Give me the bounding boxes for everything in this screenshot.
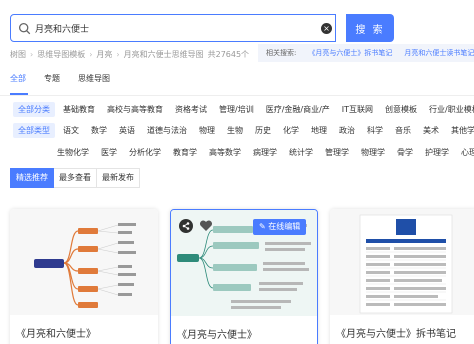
breadcrumb-item-templates[interactable]: 思维导图模板 bbox=[37, 49, 85, 60]
clear-icon[interactable]: × bbox=[321, 23, 332, 34]
filter-category[interactable]: 医疗/金融/商业/产 bbox=[266, 104, 330, 115]
filter-type[interactable]: 地理 bbox=[311, 125, 327, 136]
result-count: 共27645个 bbox=[207, 49, 250, 59]
filter-type[interactable]: 历史 bbox=[255, 125, 271, 136]
card-title[interactable]: 《月亮与六便士》拆书笔记 bbox=[336, 325, 456, 340]
filter-type[interactable]: 数学 bbox=[91, 125, 107, 136]
related-link[interactable]: 《月亮与六便士》拆书笔记 bbox=[308, 48, 392, 58]
filter-type[interactable]: 其他学 bbox=[451, 125, 474, 136]
filter-type[interactable]: 心理学 bbox=[461, 147, 474, 158]
filter-type[interactable]: 物理学 bbox=[361, 147, 385, 158]
search-icon bbox=[18, 22, 31, 35]
tab-bar: 全部 专题 思维导图 bbox=[10, 73, 128, 89]
filter-category[interactable]: IT互联网 bbox=[342, 104, 373, 115]
book-notes-preview-icon bbox=[359, 214, 453, 314]
divider bbox=[0, 95, 474, 96]
tab-topics[interactable]: 专题 bbox=[44, 73, 60, 89]
filter-type[interactable]: 病理学 bbox=[253, 147, 277, 158]
search-button[interactable]: 搜 索 bbox=[346, 14, 394, 42]
type-filter-row-2: 生物化学 医学 分析化学 教育学 高等数学 病理学 统计学 管理学 物理学 骨学… bbox=[57, 144, 474, 160]
template-card[interactable]: 《月亮和六便士》 bbox=[10, 209, 158, 344]
filter-type[interactable]: 护理学 bbox=[425, 147, 449, 158]
filter-all-types[interactable]: 全部类型 bbox=[13, 122, 55, 138]
filter-type[interactable]: 美术 bbox=[423, 125, 439, 136]
sort-options: 精选推荐 最多查看 最新发布 bbox=[10, 168, 140, 188]
template-card[interactable]: ✎ 在线编辑 《月亮与六便士》 bbox=[170, 209, 318, 344]
related-searches: 相关搜索: 《月亮与六便士》拆书笔记 月亮和六便士读书笔记 bbox=[258, 44, 474, 62]
filter-type[interactable]: 科学 bbox=[367, 125, 383, 136]
breadcrumb-separator: › bbox=[89, 49, 93, 59]
category-filter-row: 全部分类 基础教育 高校与高等教育 资格考试 管理/培训 医疗/金融/商业/产 … bbox=[10, 101, 474, 117]
breadcrumb: 树图 › 思维导图模板 › 月亮 › 月亮和六便士思维导图 共27645个 bbox=[10, 47, 249, 61]
search-box[interactable]: × bbox=[10, 14, 336, 42]
breadcrumb-item-current: 月亮和六便士思维导图 bbox=[123, 49, 204, 59]
filter-type[interactable]: 高等数学 bbox=[209, 147, 241, 158]
breadcrumb-separator: › bbox=[116, 49, 120, 59]
breadcrumb-item-home[interactable]: 树图 bbox=[10, 49, 26, 60]
search-results-page: × 搜 索 树图 › 思维导图模板 › 月亮 › 月亮和六便士思维导图 共276… bbox=[0, 0, 474, 344]
search-bar: × 搜 索 bbox=[10, 14, 394, 42]
breadcrumb-separator: › bbox=[30, 49, 34, 59]
tab-mindmap[interactable]: 思维导图 bbox=[78, 73, 110, 89]
sort-most-viewed-button[interactable]: 最多查看 bbox=[54, 168, 97, 188]
filter-type[interactable]: 管理学 bbox=[325, 147, 349, 158]
filter-all-categories[interactable]: 全部分类 bbox=[13, 101, 55, 117]
card-thumbnail: ✎ 在线编辑 bbox=[171, 210, 317, 316]
type-filter-row: 全部类型 语文 数学 英语 道德与法治 物理 生物 历史 化学 地理 政治 科学… bbox=[10, 122, 474, 138]
filter-category[interactable]: 管理/培训 bbox=[219, 104, 254, 115]
online-edit-button[interactable]: ✎ 在线编辑 bbox=[253, 219, 307, 235]
filter-type[interactable]: 生物化学 bbox=[57, 147, 89, 158]
filter-type[interactable]: 化学 bbox=[283, 125, 299, 136]
filter-type[interactable]: 医学 bbox=[101, 147, 117, 158]
sort-recommended-button[interactable]: 精选推荐 bbox=[10, 168, 54, 188]
mindmap-preview-icon bbox=[34, 223, 136, 308]
filter-type[interactable]: 统计学 bbox=[289, 147, 313, 158]
filter-type[interactable]: 音乐 bbox=[395, 125, 411, 136]
filter-type[interactable]: 教育学 bbox=[173, 147, 197, 158]
filter-type[interactable]: 骨学 bbox=[397, 147, 413, 158]
filter-type[interactable]: 语文 bbox=[63, 125, 79, 136]
filter-type[interactable]: 道德与法治 bbox=[147, 125, 187, 136]
share-icon[interactable] bbox=[179, 219, 193, 233]
filter-type[interactable]: 物理 bbox=[199, 125, 215, 136]
filter-category[interactable]: 行业/职业模板 bbox=[429, 104, 474, 115]
related-link[interactable]: 月亮和六便士读书笔记 bbox=[404, 48, 474, 58]
filter-type[interactable]: 英语 bbox=[119, 125, 135, 136]
filter-type[interactable]: 分析化学 bbox=[129, 147, 161, 158]
tab-all[interactable]: 全部 bbox=[10, 73, 26, 89]
related-searches-label: 相关搜索: bbox=[266, 49, 297, 57]
filter-category[interactable]: 资格考试 bbox=[175, 104, 207, 115]
filter-category[interactable]: 创意模板 bbox=[385, 104, 417, 115]
filter-type[interactable]: 政治 bbox=[339, 125, 355, 136]
card-thumbnail bbox=[10, 209, 158, 315]
sort-newest-button[interactable]: 最新发布 bbox=[97, 168, 140, 188]
filter-type[interactable]: 生物 bbox=[227, 125, 243, 136]
heart-icon[interactable] bbox=[199, 220, 213, 232]
card-thumbnail bbox=[330, 209, 474, 315]
card-title[interactable]: 《月亮与六便士》 bbox=[177, 326, 257, 341]
template-card[interactable]: 《月亮与六便士》拆书笔记 bbox=[330, 209, 474, 344]
search-input[interactable] bbox=[35, 19, 315, 37]
breadcrumb-item-moon[interactable]: 月亮 bbox=[96, 49, 112, 60]
card-title[interactable]: 《月亮和六便士》 bbox=[16, 325, 96, 340]
filter-category[interactable]: 高校与高等教育 bbox=[107, 104, 163, 115]
filter-category[interactable]: 基础教育 bbox=[63, 104, 95, 115]
